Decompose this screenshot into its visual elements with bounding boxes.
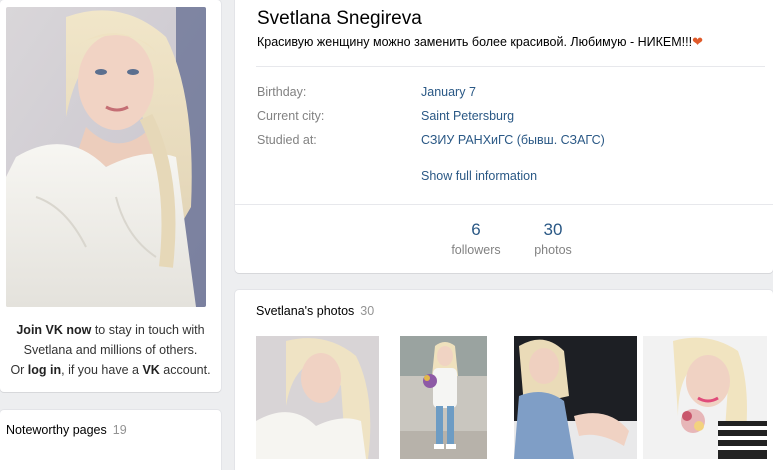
profile-status: Красивую женщину можно заменить более кр… xyxy=(257,34,703,50)
noteworthy-count: 19 xyxy=(112,423,127,437)
join-text-3: , if you have a xyxy=(61,363,143,377)
counter-followers[interactable]: 6 followers xyxy=(441,219,511,259)
noteworthy-title: Noteworthy pages xyxy=(6,423,107,437)
info-label: Birthday: xyxy=(257,85,307,99)
join-text-4: account. xyxy=(159,363,211,377)
counter-photos[interactable]: 30 photos xyxy=(518,219,588,259)
profile-name: Svetlana Snegireva xyxy=(257,8,422,29)
avatar-card: Join VK now to stay in touch with Svetla… xyxy=(0,0,221,392)
photos-title: Svetlana's photos xyxy=(256,304,355,318)
status-text: Красивую женщину можно заменить более кр… xyxy=(257,35,693,49)
noteworthy-card: Noteworthy pages 19 xyxy=(0,410,221,470)
counter-label: followers xyxy=(451,243,501,257)
status-divider xyxy=(256,66,765,67)
info-value-link[interactable]: СЗИУ РАНХиГС (бывш. СЗАГС) xyxy=(421,133,605,147)
info-value-link[interactable]: Saint Petersburg xyxy=(421,109,514,123)
heart-emoji-icon: ❤ xyxy=(692,34,703,49)
show-full-info-link[interactable]: Show full information xyxy=(421,169,537,183)
profile-avatar[interactable] xyxy=(6,7,206,307)
noteworthy-header[interactable]: Noteworthy pages 19 xyxy=(6,423,127,437)
join-vk-text: Join VK now to stay in touch with Svetla… xyxy=(8,320,213,380)
photos-header[interactable]: Svetlana's photos 30 xyxy=(256,304,374,318)
photo-thumbnail[interactable] xyxy=(400,336,487,459)
counters-divider xyxy=(235,204,773,205)
vk-brand: VK xyxy=(142,363,160,377)
join-vk-link[interactable]: Join VK now xyxy=(16,323,91,337)
photos-card: Svetlana's photos 30 xyxy=(235,290,773,470)
profile-info-card: Svetlana Snegireva Красивую женщину можн… xyxy=(235,0,773,273)
info-label: Studied at: xyxy=(257,133,317,147)
photo-thumbnail[interactable] xyxy=(643,336,767,459)
join-text-2: Or xyxy=(10,363,28,377)
photo-thumbnail[interactable] xyxy=(514,336,637,459)
counter-number: 6 xyxy=(471,220,481,239)
counter-label: photos xyxy=(534,243,572,257)
info-label: Current city: xyxy=(257,109,325,123)
login-link[interactable]: log in xyxy=(28,363,61,377)
counter-number: 30 xyxy=(543,220,563,239)
photos-count: 30 xyxy=(360,304,375,318)
info-value-link[interactable]: January 7 xyxy=(421,85,476,99)
photo-thumbnail[interactable] xyxy=(256,336,379,459)
